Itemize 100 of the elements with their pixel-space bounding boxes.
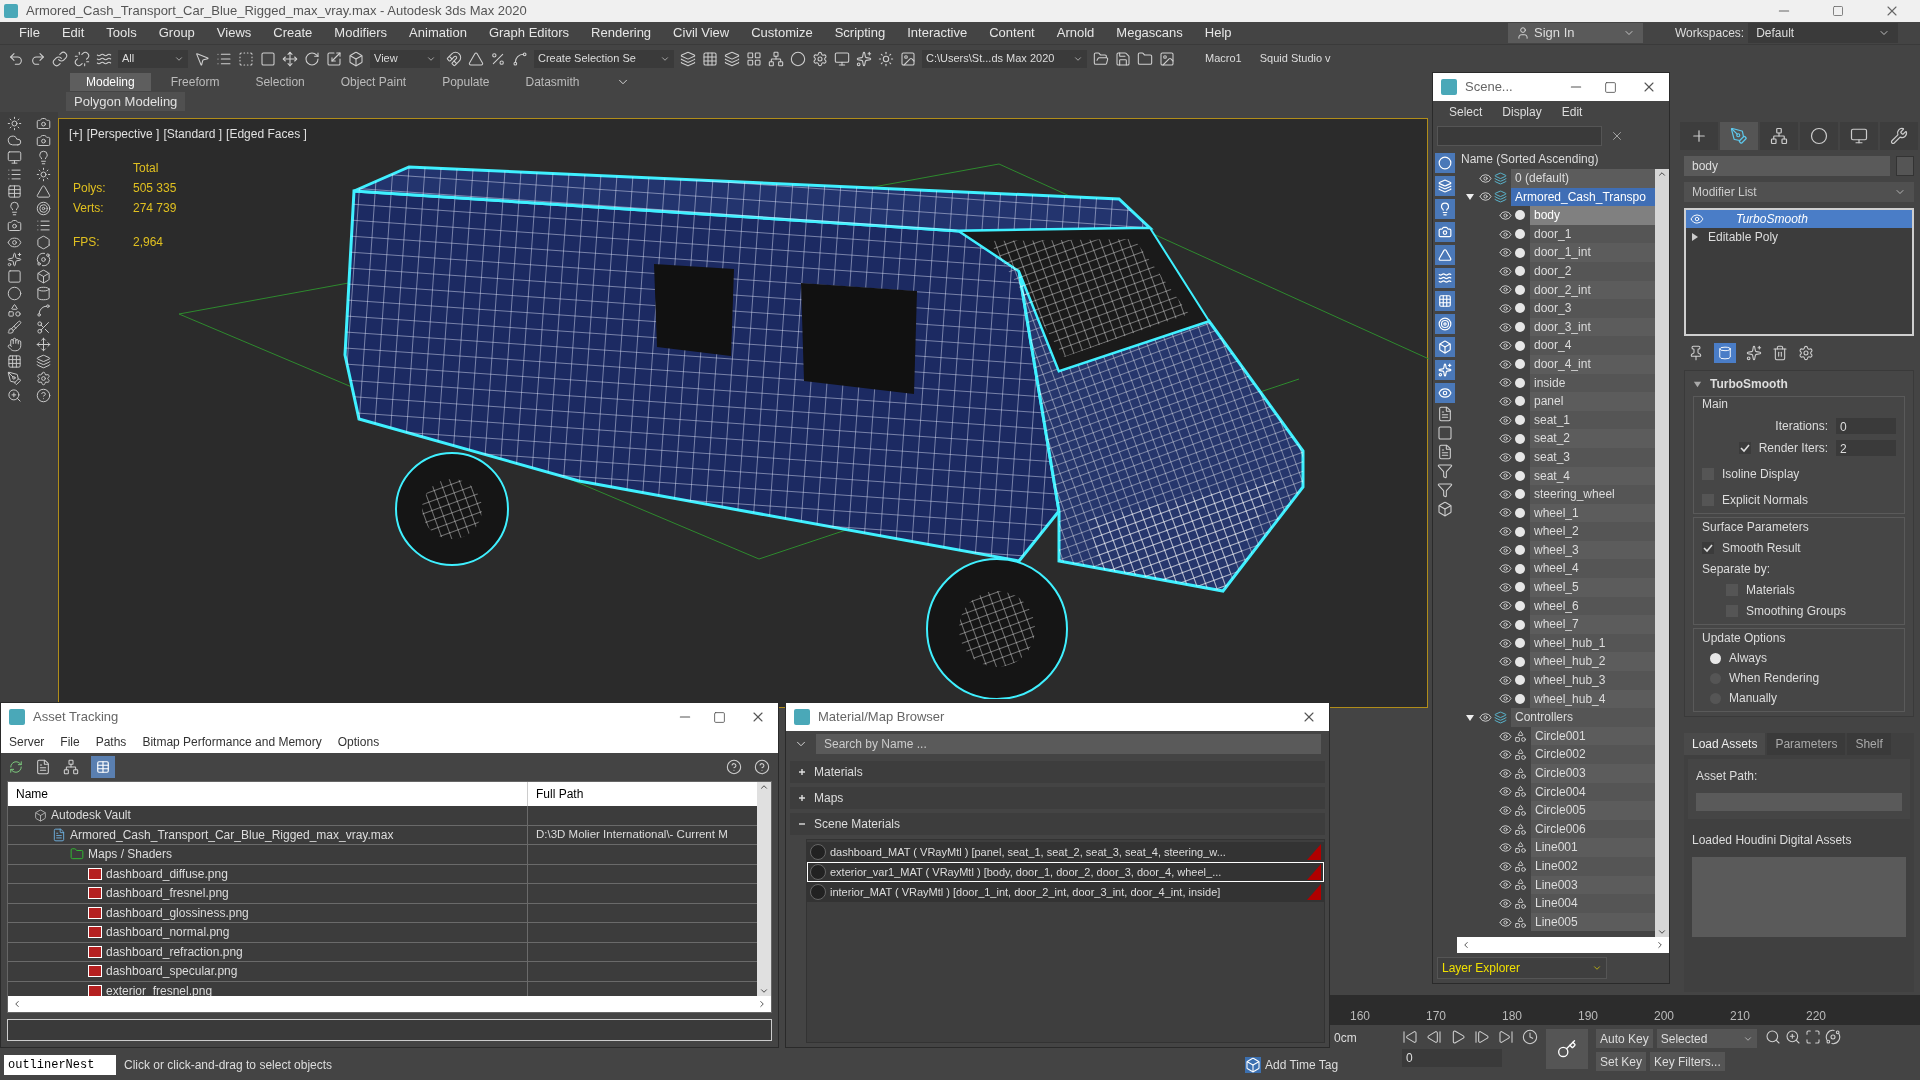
menu-item[interactable]: Tools	[95, 23, 148, 43]
material-item[interactable]: exterior_var1_MAT ( VRayMtl ) [body, door_1, door_2, door_3, door_4, wheel_...	[807, 862, 1324, 882]
table-cell-text: dashboard_specular.png	[106, 963, 238, 981]
menu-item[interactable]: Display	[1502, 103, 1542, 121]
modifier-stack-item[interactable]: TurboSmooth	[1686, 210, 1912, 228]
tree-item[interactable]: Circle005	[1531, 801, 1655, 820]
column-header[interactable]: Full Path	[528, 782, 757, 806]
menu-item[interactable]: Paths	[95, 733, 127, 751]
menu-item[interactable]: Edit	[50, 23, 96, 43]
menu-item[interactable]: Modifiers	[323, 23, 399, 43]
viewport-label[interactable]: [+]	[69, 125, 83, 143]
tree-item[interactable]: door_3	[1530, 299, 1655, 318]
menu-item[interactable]: Megascans	[1105, 23, 1194, 43]
modifier-stack-item[interactable]: Editable Poly	[1686, 228, 1912, 246]
rollout-title[interactable]: TurboSmooth	[1710, 375, 1788, 393]
menu-item[interactable]: Select	[1449, 103, 1483, 121]
set-key-button[interactable]: Set Key	[1596, 1052, 1647, 1071]
material-item[interactable]: interior_MAT ( VRayMtl ) [door_1_int, door_2_int, door_3_int, door_4_int, inside]	[807, 882, 1324, 902]
add-time-tag-button[interactable]: Add Time Tag	[1245, 1056, 1339, 1074]
menu-item[interactable]: Create	[262, 23, 324, 43]
tree-item[interactable]: wheel_5	[1530, 578, 1655, 597]
tree-item[interactable]: Circle002	[1531, 745, 1655, 764]
ribbon-tab[interactable]: Modeling	[70, 73, 151, 91]
tree-item[interactable]: door_4	[1530, 336, 1655, 355]
tree-item[interactable]: wheel_hub_2	[1530, 652, 1655, 672]
menu-item[interactable]: Content	[978, 23, 1046, 43]
key-filters-button[interactable]: Key Filters...	[1650, 1052, 1725, 1071]
column-header[interactable]: Name (Sorted Ascending)	[1457, 149, 1669, 169]
ribbon-tab[interactable]: Selection	[239, 73, 321, 91]
menu-item[interactable]: Civil View	[662, 23, 741, 43]
ribbon-tab[interactable]: Datasmith	[509, 73, 596, 91]
selection-filter-dropdown[interactable]: All	[118, 49, 188, 68]
panel-tab[interactable]: Parameters	[1767, 733, 1846, 755]
frame-number: 200	[1654, 1008, 1676, 1025]
auto-key-button[interactable]: Auto Key	[1596, 1029, 1653, 1048]
tree-item[interactable]: 0 (default)	[1511, 169, 1655, 188]
window-title: Armored_Cash_Transport_Car_Blue_Rigged_max_vray.max - Autodesk 3ds Max 2020	[26, 2, 528, 21]
menu-item[interactable]: Help	[1193, 23, 1243, 43]
tree-item[interactable]: wheel_4	[1530, 559, 1655, 579]
tree-item[interactable]: body	[1530, 206, 1655, 225]
panel-tab[interactable]: Shelf	[1847, 733, 1891, 755]
tree-item[interactable]: wheel_7	[1530, 615, 1655, 634]
group-header[interactable]: Maps	[790, 787, 1325, 809]
render-iters-spinner[interactable]: 2	[1836, 440, 1896, 456]
named-selection-dropdown[interactable]: Create Selection Se	[534, 49, 674, 68]
viewport-label[interactable]: [Perspective ]	[86, 125, 160, 143]
viewport-label[interactable]: [Standard ]	[163, 125, 223, 143]
modifier-list-dropdown[interactable]: Modifier List	[1684, 182, 1914, 202]
tree-item[interactable]: steering_wheel	[1530, 485, 1655, 504]
viewport-label[interactable]: [Edged Faces ]	[226, 125, 307, 143]
panel-tab[interactable]: Load Assets	[1684, 733, 1766, 755]
table-cell-text: Autodesk Vault	[51, 807, 131, 825]
tree-item[interactable]: Circle003	[1531, 764, 1655, 783]
listener-field[interactable]: outlinerNest	[4, 1055, 116, 1075]
material-item[interactable]: dashboard_MAT ( VRayMtl ) [panel, seat_1, seat_2, seat_3, seat_4, steering_w...	[807, 842, 1324, 862]
sign-in-button[interactable]: Sign In	[1508, 23, 1643, 43]
tree-item[interactable]: Controllers	[1511, 708, 1655, 727]
menu-item[interactable]: Server	[9, 733, 45, 751]
search-field[interactable]: Search by Name ...	[816, 734, 1321, 754]
menu-item[interactable]: Interactive	[896, 23, 979, 43]
menu-item[interactable]: File	[8, 23, 51, 43]
menu-item[interactable]: Scripting	[823, 23, 897, 43]
tree-item[interactable]: wheel_hub_3	[1530, 671, 1655, 690]
tree-item[interactable]: wheel_2	[1530, 522, 1655, 541]
menu-item[interactable]: Arnold	[1045, 23, 1106, 43]
menu-item[interactable]: Options	[337, 733, 380, 751]
group-header[interactable]: Materials	[790, 761, 1325, 783]
window-title: Scene...	[1465, 78, 1514, 97]
tree-item[interactable]: seat_2	[1530, 429, 1655, 448]
menu-item[interactable]: Views	[205, 23, 263, 43]
project-folder-dropdown[interactable]: C:\Users\St...ds Max 2020	[922, 49, 1087, 68]
reference-coordinate-dropdown[interactable]: View	[370, 49, 440, 68]
key-mode-dropdown[interactable]: Selected	[1656, 1029, 1757, 1048]
menu-item[interactable]: Bitmap Performance and Memory	[142, 733, 322, 751]
group-header[interactable]: Scene Materials	[790, 813, 1325, 835]
explorer-dropdown[interactable]: Layer Explorer	[1437, 957, 1607, 979]
plugin-label[interactable]: Squid Studio v	[1259, 50, 1331, 67]
table-cell-text: Maps / Shaders	[88, 846, 173, 864]
frame-spinner[interactable]: 0	[1402, 1049, 1502, 1067]
ribbon-tab[interactable]: Freeform	[154, 73, 236, 91]
menu-item[interactable]: Group	[147, 23, 206, 43]
macro-label[interactable]: Macro1	[1205, 50, 1242, 67]
menu-item[interactable]: Edit	[1561, 103, 1583, 121]
tree-item[interactable]: door_1_int	[1530, 243, 1655, 262]
menu-item[interactable]: Animation	[398, 23, 478, 43]
iterations-spinner[interactable]: 0	[1836, 418, 1896, 434]
ribbon-tab[interactable]: Object Paint	[324, 73, 423, 91]
tree-item[interactable]: Line001	[1531, 838, 1655, 857]
menu-item[interactable]: Graph Editors	[477, 23, 581, 43]
menu-item[interactable]: File	[60, 733, 80, 751]
tree-item[interactable]: Line004	[1531, 894, 1655, 913]
ribbon-tab[interactable]: Populate	[426, 73, 506, 91]
menu-item[interactable]: Customize	[740, 23, 824, 43]
menu-item[interactable]: Rendering	[580, 23, 663, 43]
ribbon-panel-label[interactable]: Polygon Modeling	[66, 92, 186, 111]
checkbox-label: Materials	[1746, 582, 1795, 599]
workspace-dropdown[interactable]: Default	[1748, 23, 1899, 43]
frame-number: 170	[1426, 1008, 1448, 1025]
object-name-field[interactable]: body	[1684, 156, 1890, 176]
tree-item[interactable]: panel	[1530, 392, 1655, 411]
